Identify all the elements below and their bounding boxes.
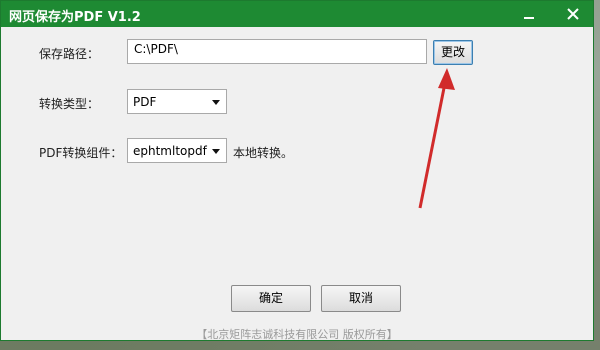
annotation-arrow-icon [418,68,455,209]
